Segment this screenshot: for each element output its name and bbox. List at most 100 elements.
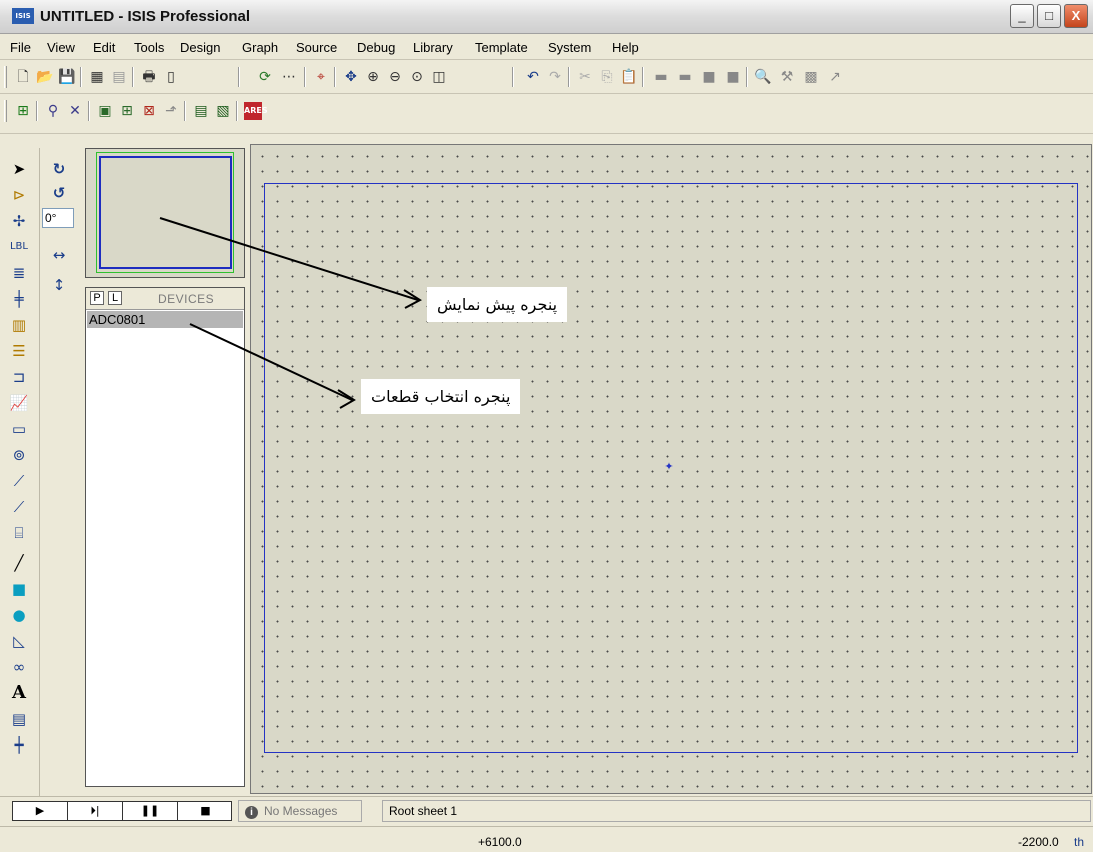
line-tool-icon[interactable]: ╱ [8, 552, 30, 574]
menu-help[interactable]: Help [612, 40, 639, 55]
zoom-area-icon[interactable]: ◫ [430, 68, 448, 86]
rotate-clockwise-icon[interactable]: ↻ [48, 158, 70, 180]
schematic-editing-canvas[interactable]: ✦ پنجره پیش نمایش پنجره انتخاب قطعات [250, 144, 1092, 794]
search-tag-icon[interactable]: ⚲ [44, 102, 62, 120]
preview-window[interactable] [85, 148, 245, 278]
menu-design[interactable]: Design [180, 40, 220, 55]
toolbar-separator [184, 101, 186, 121]
circle-tool-icon[interactable]: ● [8, 604, 30, 626]
messages-indicator[interactable]: i No Messages [238, 800, 362, 822]
import-section-icon[interactable]: ▦ [88, 68, 106, 86]
block-delete-icon[interactable]: ■ [724, 68, 742, 86]
title-bar[interactable]: ISIS UNTITLED - ISIS Professional _ □ X [0, 0, 1093, 34]
toolbar-grip[interactable] [4, 66, 7, 88]
block-rotate-icon[interactable]: ■ [700, 68, 718, 86]
export-section-icon[interactable]: ▤ [110, 68, 128, 86]
mirror-x-icon[interactable]: ↔ [48, 244, 70, 266]
pick-device-icon[interactable]: 🔍 [754, 68, 772, 86]
electrical-rule-check-icon[interactable]: ▧ [214, 102, 232, 120]
close-button[interactable]: X [1064, 4, 1088, 28]
minimize-button[interactable]: _ [1010, 4, 1034, 28]
arc-tool-icon[interactable]: ◺ [8, 630, 30, 652]
pick-devices-button[interactable]: P [90, 291, 104, 305]
new-file-icon[interactable]: 🗋 [14, 68, 32, 86]
menu-debug[interactable]: Debug [357, 40, 395, 55]
buses-icon[interactable]: ╪ [8, 288, 30, 310]
wire-autorouter-icon[interactable]: ⊞ [14, 102, 32, 120]
component-mode-icon[interactable]: ⊳ [8, 184, 30, 206]
zoom-out-icon[interactable]: ⊖ [386, 68, 404, 86]
origin-icon[interactable]: ⌖ [312, 68, 330, 86]
refresh-icon[interactable]: ⟳ [256, 68, 274, 86]
menu-view[interactable]: View [47, 40, 75, 55]
menu-template[interactable]: Template [475, 40, 528, 55]
menu-bar: File View Edit Tools Design Graph Source… [0, 34, 1093, 60]
terminals-icon[interactable]: ☰ [8, 340, 30, 362]
cut-icon[interactable]: ✂ [576, 68, 594, 86]
decompose-icon[interactable]: ↗ [826, 68, 844, 86]
menu-graph[interactable]: Graph [242, 40, 278, 55]
step-icon[interactable]: ⏵| [68, 802, 123, 820]
menu-tools[interactable]: Tools [134, 40, 164, 55]
ares-netlist-icon[interactable]: ARES [244, 102, 268, 120]
wire-label-icon[interactable]: LBL [8, 236, 30, 258]
add-sheet-icon[interactable]: ⊞ [118, 102, 136, 120]
stop-icon[interactable]: ■ [178, 802, 233, 820]
menu-library[interactable]: Library [413, 40, 453, 55]
make-device-icon[interactable]: ⚒ [778, 68, 796, 86]
undo-icon[interactable]: ↶ [524, 68, 542, 86]
save-icon[interactable]: 💾 [58, 68, 76, 86]
symbol-tool-icon[interactable]: ▤ [8, 708, 30, 730]
toolbar-separator [334, 67, 336, 87]
path-tool-icon[interactable]: ∞ [8, 656, 30, 678]
current-probe-icon[interactable]: ⟋ [8, 496, 30, 518]
print-area-icon[interactable]: ▯ [162, 68, 180, 86]
remove-sheet-icon[interactable]: ⊠ [140, 102, 158, 120]
generator-icon[interactable]: ⊚ [8, 444, 30, 466]
zoom-all-icon[interactable]: ⊙ [408, 68, 426, 86]
toolbar-grip[interactable] [4, 100, 7, 122]
menu-edit[interactable]: Edit [93, 40, 115, 55]
property-assignment-icon[interactable]: ✕ [66, 102, 84, 120]
block-copy-icon[interactable]: ▬ [652, 68, 670, 86]
pause-icon[interactable]: ❚❚ [123, 802, 178, 820]
marker-tool-icon[interactable]: ┿ [8, 734, 30, 756]
devices-header-label: DEVICES [158, 292, 215, 306]
rotation-angle-input[interactable]: 0° [42, 208, 74, 228]
redo-icon[interactable]: ↷ [546, 68, 564, 86]
grid-toggle-icon[interactable]: ⋯ [280, 68, 298, 86]
graph-mode-icon[interactable]: 📈 [8, 392, 30, 414]
rotate-anticlockwise-icon[interactable]: ↺ [48, 182, 70, 204]
new-sheet-icon[interactable]: ▣ [96, 102, 114, 120]
box-tool-icon[interactable]: ■ [8, 578, 30, 600]
voltage-probe-icon[interactable]: ⟋ [8, 470, 30, 492]
junction-dot-icon[interactable]: ✢ [8, 210, 30, 232]
tape-recorder-icon[interactable]: ▭ [8, 418, 30, 440]
menu-source[interactable]: Source [296, 40, 337, 55]
virtual-instruments-icon[interactable]: ⌸ [8, 522, 30, 544]
bill-of-materials-icon[interactable]: ▤ [192, 102, 210, 120]
toolbar-separator [746, 67, 748, 87]
package-tool-icon[interactable]: ▩ [802, 68, 820, 86]
zoom-in-icon[interactable]: ⊕ [364, 68, 382, 86]
selection-mode-icon[interactable]: ➤ [8, 158, 30, 180]
text-script-icon[interactable]: ≣ [8, 262, 30, 284]
subcircuit-icon[interactable]: ▥ [8, 314, 30, 336]
menu-system[interactable]: System [548, 40, 591, 55]
library-manager-button[interactable]: L [108, 291, 122, 305]
paste-icon[interactable]: 📋 [620, 68, 638, 86]
play-icon[interactable]: ▶ [13, 802, 68, 820]
pan-icon[interactable]: ✥ [342, 68, 360, 86]
copy-icon[interactable]: ⎘ [598, 68, 616, 86]
text-tool-icon[interactable]: A [8, 682, 30, 704]
device-pins-icon[interactable]: ⊐ [8, 366, 30, 388]
mirror-y-icon[interactable]: ↕ [48, 274, 70, 296]
exit-to-parent-icon[interactable]: ⬏ [162, 102, 180, 120]
block-move-icon[interactable]: ▬ [676, 68, 694, 86]
maximize-button[interactable]: □ [1037, 4, 1061, 28]
device-list-item[interactable]: ADC0801 [87, 311, 243, 328]
print-icon[interactable]: 🖶 [140, 68, 158, 86]
unit-toggle[interactable]: th [1074, 835, 1084, 849]
open-folder-icon[interactable]: 📂 [36, 68, 54, 86]
menu-file[interactable]: File [10, 40, 31, 55]
